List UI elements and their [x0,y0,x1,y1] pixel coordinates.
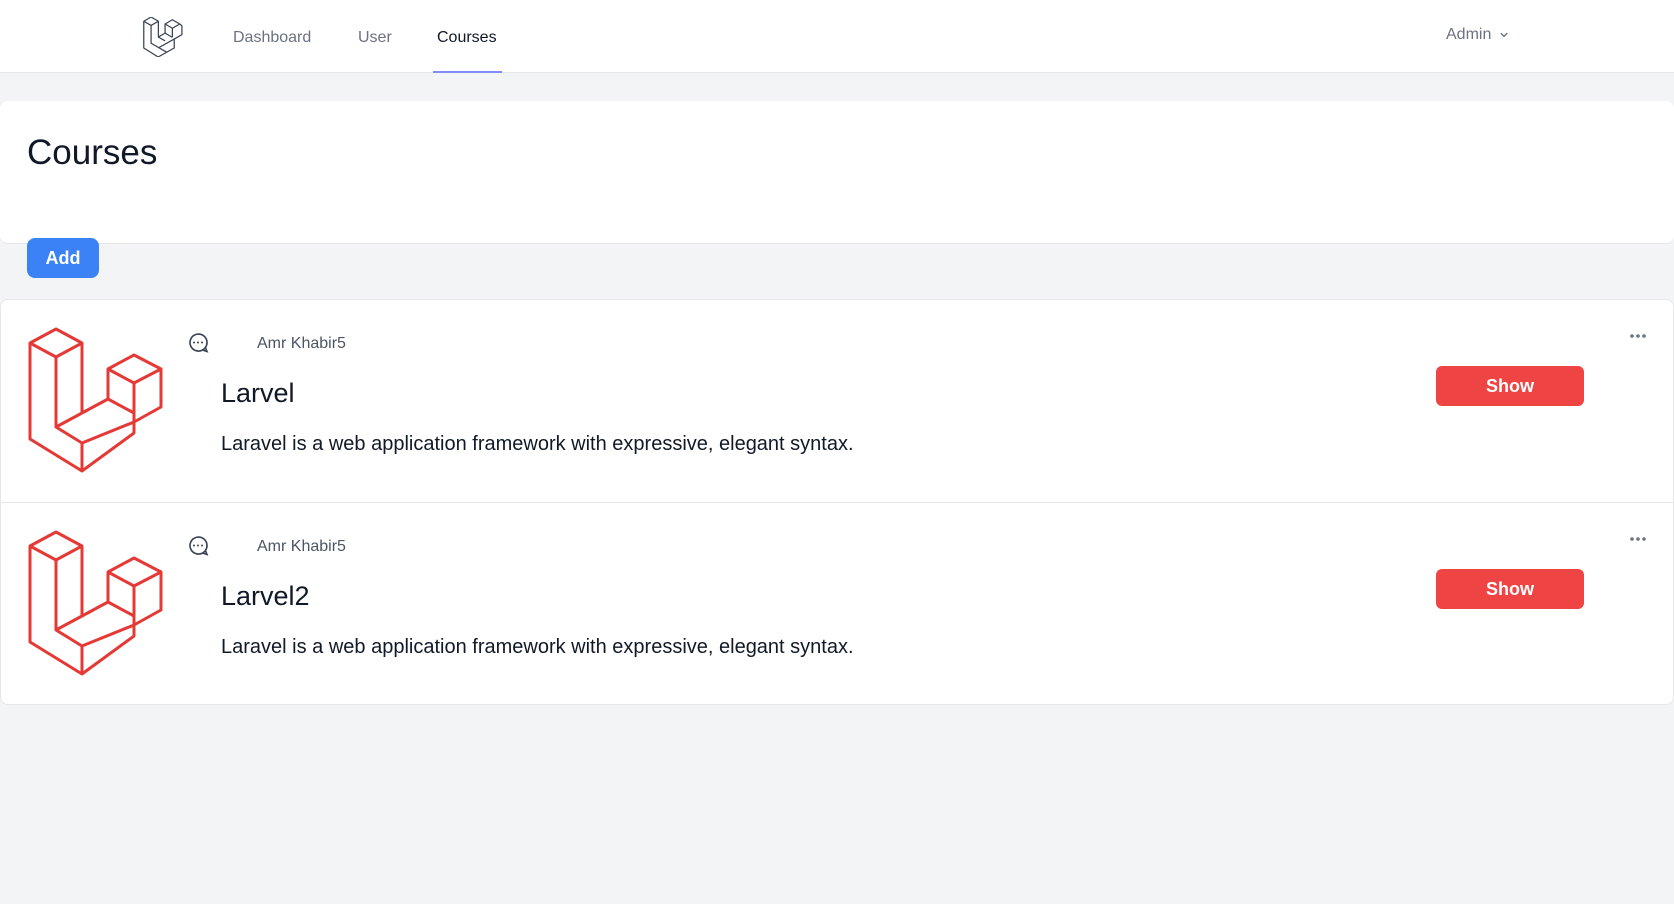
course-thumbnail [28,530,172,676]
course-description: Laravel is a web application framework w… [221,433,854,455]
top-navigation: Dashboard User Courses Admin [0,0,1674,73]
course-description: Laravel is a web application framework w… [221,636,854,658]
laravel-logo-icon[interactable] [142,17,184,57]
show-course-button[interactable]: Show [1436,366,1584,406]
course-title: Larvel2 [221,581,310,611]
course-card: Amr Khabir5 Larvel2 Laravel is a web app… [1,502,1673,704]
page-header: Courses [0,101,1674,244]
more-options-icon[interactable] [1629,332,1647,340]
nav-link-dashboard[interactable]: Dashboard [233,28,311,48]
page-title: Courses [27,133,158,172]
user-menu-label: Admin [1446,26,1492,43]
add-course-button[interactable]: Add [27,238,99,278]
course-title: Larvel [221,378,295,408]
course-thumbnail [28,327,172,473]
nav-link-courses[interactable]: Courses [437,28,497,48]
show-course-button[interactable]: Show [1436,569,1584,609]
course-author: Amr Khabir5 [257,335,346,352]
chevron-down-icon [1497,28,1511,42]
comment-icon[interactable] [186,534,210,558]
course-author: Amr Khabir5 [257,538,346,555]
comment-icon[interactable] [186,331,210,355]
nav-link-user[interactable]: User [358,28,392,48]
user-menu-dropdown[interactable]: Admin [1446,26,1511,44]
course-list: Amr Khabir5 Larvel Laravel is a web appl… [0,299,1674,705]
more-options-icon[interactable] [1629,535,1647,543]
active-tab-indicator [433,71,502,73]
course-card: Amr Khabir5 Larvel Laravel is a web appl… [1,300,1673,502]
